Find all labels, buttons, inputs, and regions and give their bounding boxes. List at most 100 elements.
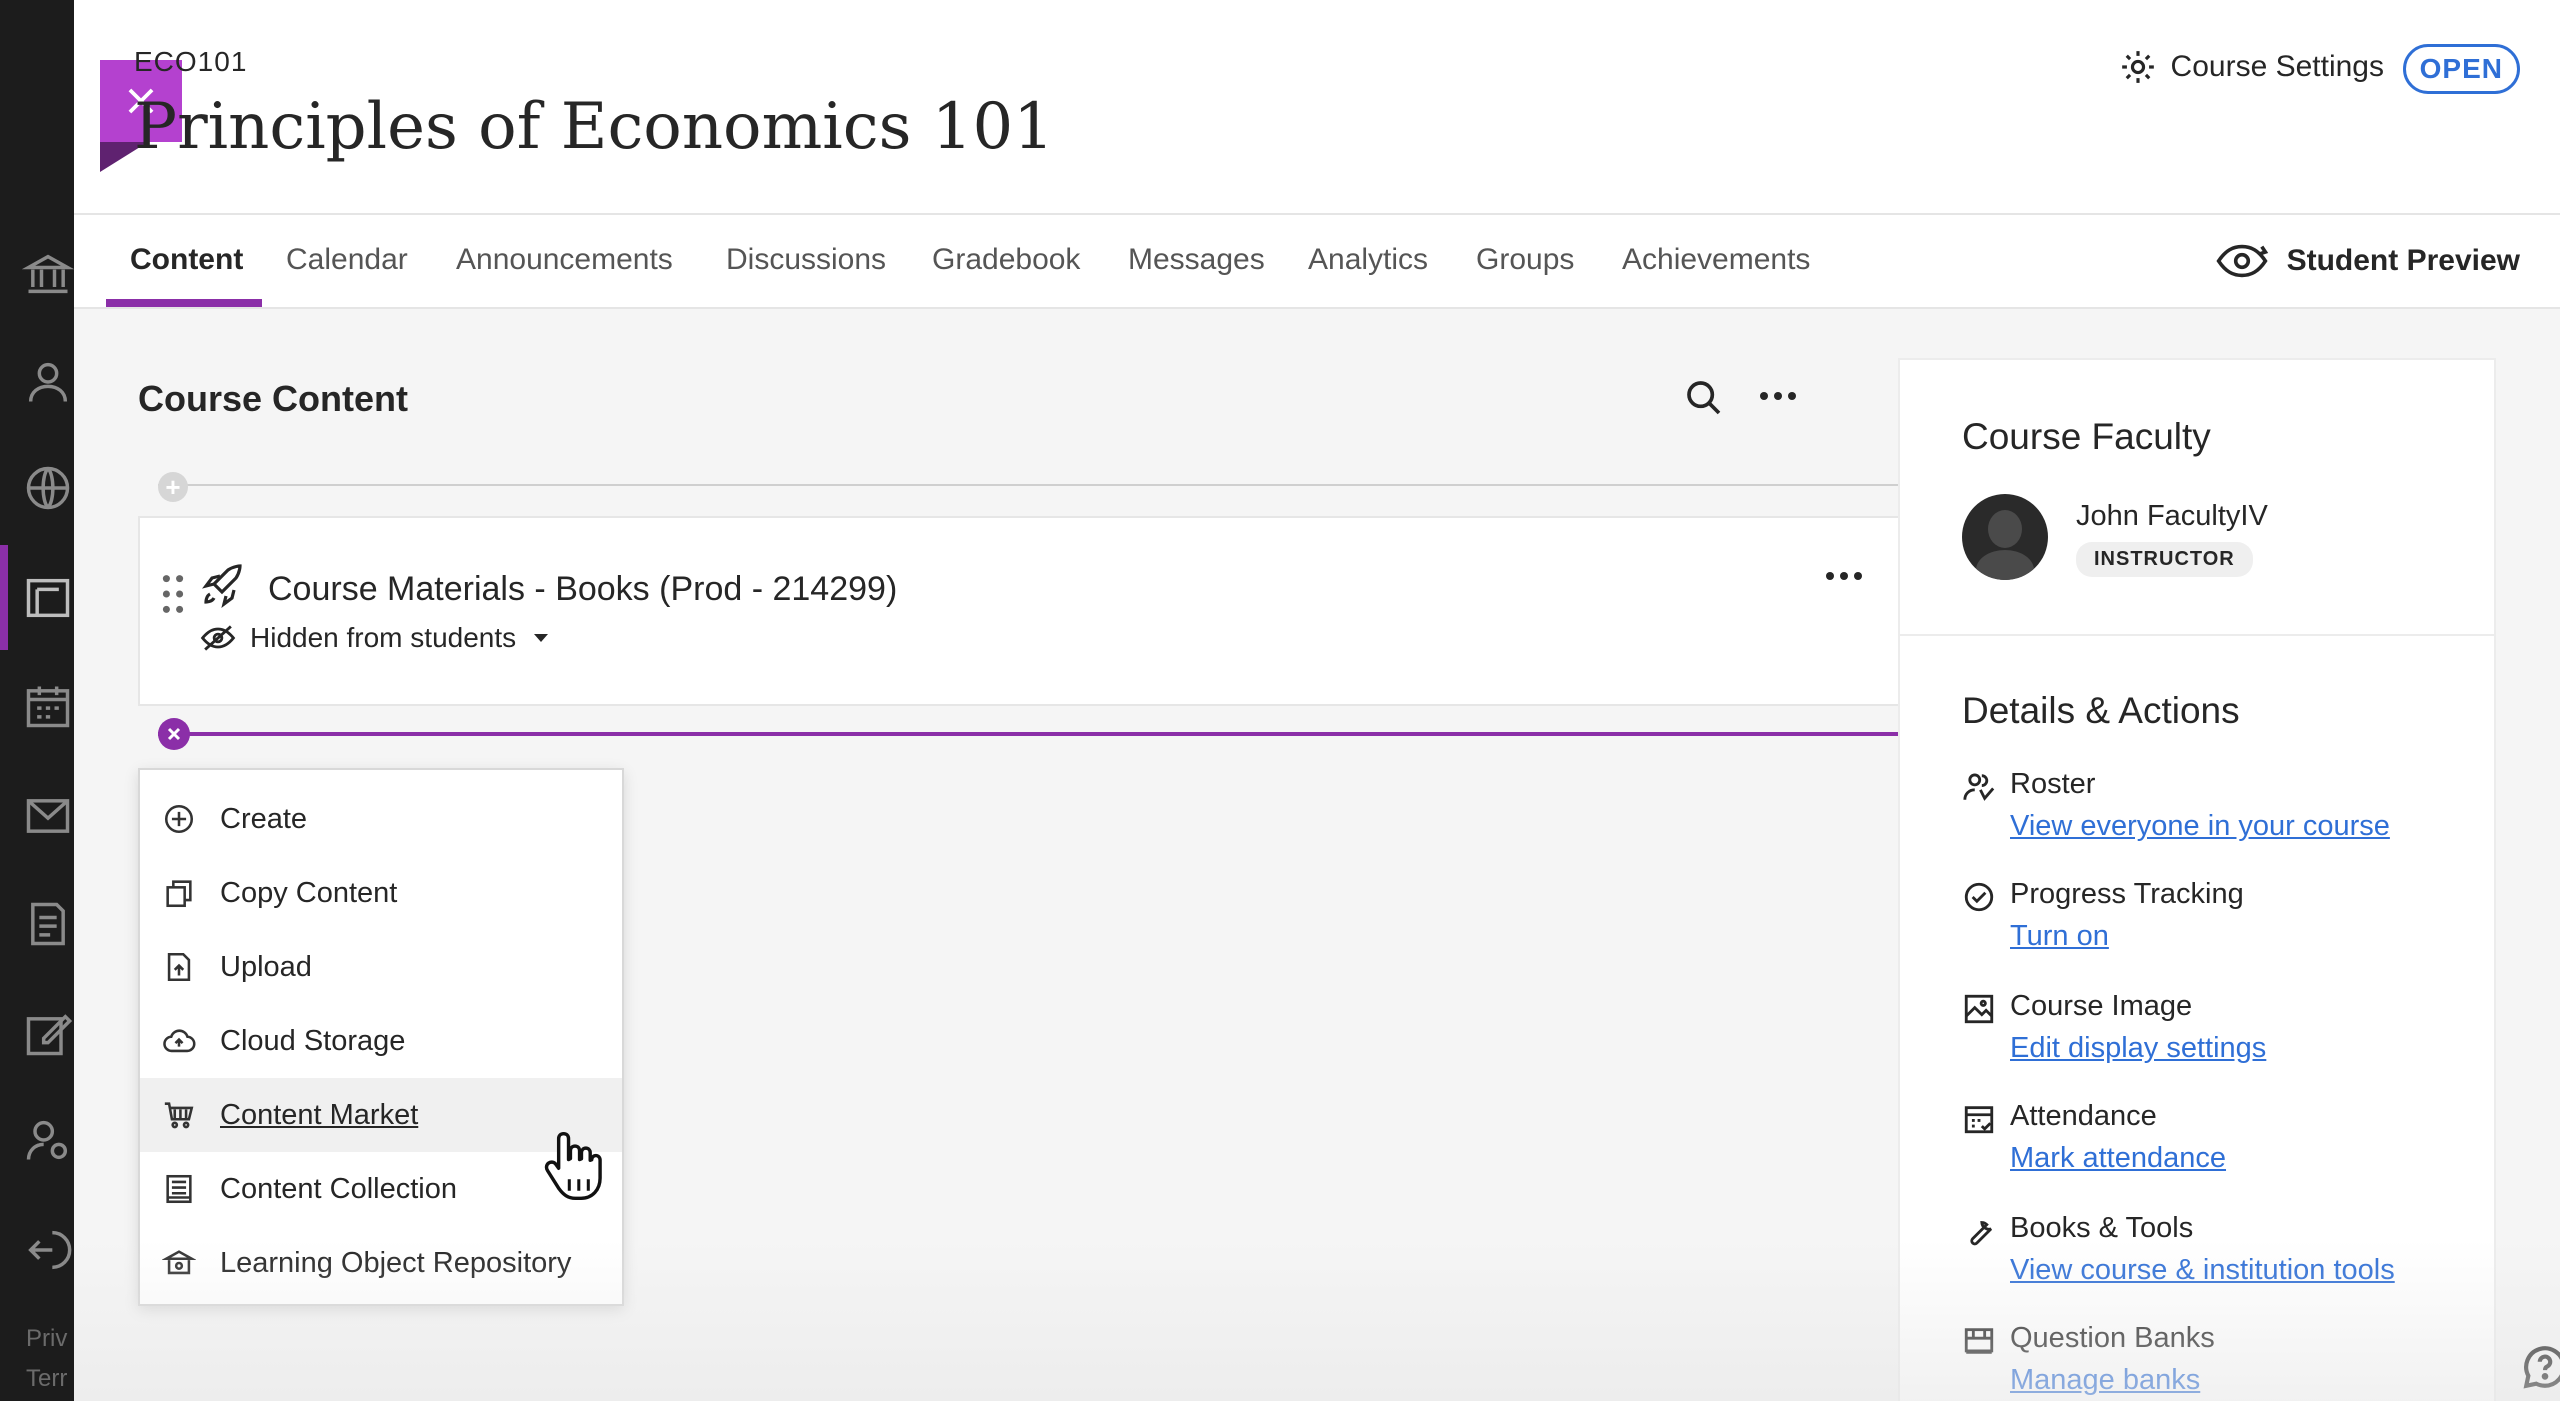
add-content-divider	[158, 484, 1922, 486]
visibility-label: Hidden from students	[250, 622, 517, 653]
preview-eye-icon	[2216, 244, 2268, 278]
course-status-badge[interactable]: OPEN	[2402, 44, 2520, 94]
menu-item-label: Copy Content	[220, 876, 398, 909]
grades-icon[interactable]	[22, 898, 74, 950]
content-item-title[interactable]: Course Materials - Books (Prod - 214299)	[268, 570, 897, 609]
active-tab-underline	[106, 299, 262, 307]
more-options-icon	[1826, 556, 1862, 596]
tab-calendar[interactable]: Calendar	[286, 243, 408, 277]
role-badge: INSTRUCTOR	[2076, 542, 2253, 577]
courses-icon[interactable]	[22, 572, 74, 624]
detail-link[interactable]: Turn on	[2010, 920, 2109, 953]
menu-item-label: Content Collection	[220, 1172, 457, 1205]
tab-analytics[interactable]: Analytics	[1308, 243, 1428, 277]
gear-icon	[2121, 51, 2154, 83]
collection-icon	[162, 1172, 196, 1206]
privacy-link[interactable]: Priv	[26, 1325, 67, 1353]
menu-item-create[interactable]: Create	[140, 782, 622, 856]
menu-item-cloud-storage[interactable]: Cloud Storage	[140, 1004, 622, 1078]
menu-item-label: Cloud Storage	[220, 1024, 406, 1057]
institution-icon[interactable]	[21, 248, 75, 300]
course-title: Principles of Economics 101	[134, 90, 1054, 164]
terms-link[interactable]: Terr	[26, 1365, 67, 1393]
menu-item-label: Create	[220, 802, 308, 835]
tab-messages[interactable]: Messages	[1128, 243, 1265, 277]
check-circle-icon	[1962, 880, 1996, 914]
detail-label: Attendance	[2010, 1100, 2157, 1132]
details-actions-heading: Details & Actions	[1962, 690, 2240, 731]
detail-link[interactable]: Mark attendance	[2010, 1142, 2226, 1175]
calendar-icon[interactable]	[22, 680, 74, 732]
upload-icon	[162, 950, 196, 984]
student-preview-button[interactable]: Student Preview	[2215, 241, 2520, 281]
global-nav-rail: Priv Terr	[0, 0, 75, 1401]
cloud-icon	[162, 1024, 196, 1058]
tab-content[interactable]: Content	[130, 243, 243, 277]
content-more-button[interactable]	[1760, 376, 1806, 416]
help-icon[interactable]	[2520, 1342, 2560, 1392]
chevron-down-icon	[534, 634, 549, 642]
detail-link[interactable]: View course & institution tools	[2010, 1254, 2395, 1287]
insert-position-line	[158, 732, 1922, 736]
search-button[interactable]	[1684, 378, 1724, 418]
image-icon	[1962, 992, 1996, 1026]
menu-item-upload[interactable]: Upload	[140, 930, 622, 1004]
course-code: ECO101	[134, 46, 248, 77]
detail-label: Question Banks	[2010, 1322, 2215, 1354]
menu-item-learning-object-repository[interactable]: Learning Object Repository	[140, 1226, 622, 1300]
course-faculty-heading: Course Faculty	[1962, 416, 2211, 457]
add-content-menu: Create Copy Content Upload Cloud Storage…	[138, 768, 624, 1306]
globe-icon[interactable]	[22, 462, 74, 514]
course-content-heading: Course Content	[138, 378, 408, 419]
hand-cursor-icon	[544, 1131, 602, 1201]
content-item-card[interactable]: Course Materials - Books (Prod - 214299)…	[138, 516, 1922, 706]
more-options-icon	[1760, 376, 1806, 416]
course-tabs: Content Calendar Announcements Discussio…	[74, 213, 2560, 309]
copy-icon	[162, 876, 196, 910]
profile-icon[interactable]	[22, 356, 74, 408]
close-icon	[167, 727, 181, 741]
detail-link[interactable]: Manage banks	[2010, 1364, 2200, 1397]
messages-icon[interactable]	[22, 790, 74, 842]
add-content-button[interactable]: +	[158, 472, 188, 502]
cart-icon	[162, 1098, 196, 1132]
tools-icon[interactable]	[22, 1008, 74, 1060]
search-icon	[1687, 381, 1721, 415]
detail-label: Roster	[2010, 768, 2096, 800]
tab-gradebook[interactable]: Gradebook	[932, 243, 1080, 277]
wrench-icon	[1962, 1214, 1996, 1248]
detail-link[interactable]: View everyone in your course	[2010, 810, 2390, 843]
tab-announcements[interactable]: Announcements	[456, 243, 673, 277]
course-panel: ECO101 Principles of Economics 101 Cours…	[74, 0, 2560, 1401]
course-settings-button[interactable]: Course Settings	[2119, 48, 2384, 86]
tab-discussions[interactable]: Discussions	[726, 243, 886, 277]
course-settings-label: Course Settings	[2170, 50, 2384, 83]
detail-label: Progress Tracking	[2010, 878, 2244, 910]
menu-item-label: Learning Object Repository	[220, 1246, 572, 1279]
eye-slash-icon	[200, 625, 236, 651]
menu-item-label: Content Market	[220, 1098, 419, 1131]
admin-icon[interactable]	[22, 1114, 74, 1166]
roster-icon	[1962, 770, 1996, 804]
attendance-icon	[1962, 1102, 1996, 1136]
course-sidebar: Course Faculty John FacultyIV INSTRUCTOR…	[1898, 358, 2496, 1401]
visibility-dropdown[interactable]: Hidden from students	[200, 622, 549, 654]
student-preview-label: Student Preview	[2286, 244, 2520, 277]
close-menu-button[interactable]	[158, 718, 190, 750]
rocket-icon	[202, 564, 242, 608]
item-more-button[interactable]	[1826, 556, 1862, 596]
repository-icon	[161, 1246, 197, 1280]
faculty-name[interactable]: John FacultyIV	[2076, 500, 2268, 533]
bank-icon	[1962, 1324, 1996, 1358]
detail-label: Books & Tools	[2010, 1212, 2194, 1244]
avatar[interactable]	[1962, 494, 2048, 580]
sidebar-divider	[1900, 634, 2494, 636]
menu-item-label: Upload	[220, 950, 312, 983]
menu-item-copy-content[interactable]: Copy Content	[140, 856, 622, 930]
tab-achievements[interactable]: Achievements	[1622, 243, 1810, 277]
detail-link[interactable]: Edit display settings	[2010, 1032, 2266, 1065]
drag-handle-icon[interactable]	[162, 574, 184, 614]
tab-groups[interactable]: Groups	[1476, 243, 1574, 277]
sign-out-icon[interactable]	[22, 1224, 74, 1276]
active-indicator	[0, 545, 8, 650]
